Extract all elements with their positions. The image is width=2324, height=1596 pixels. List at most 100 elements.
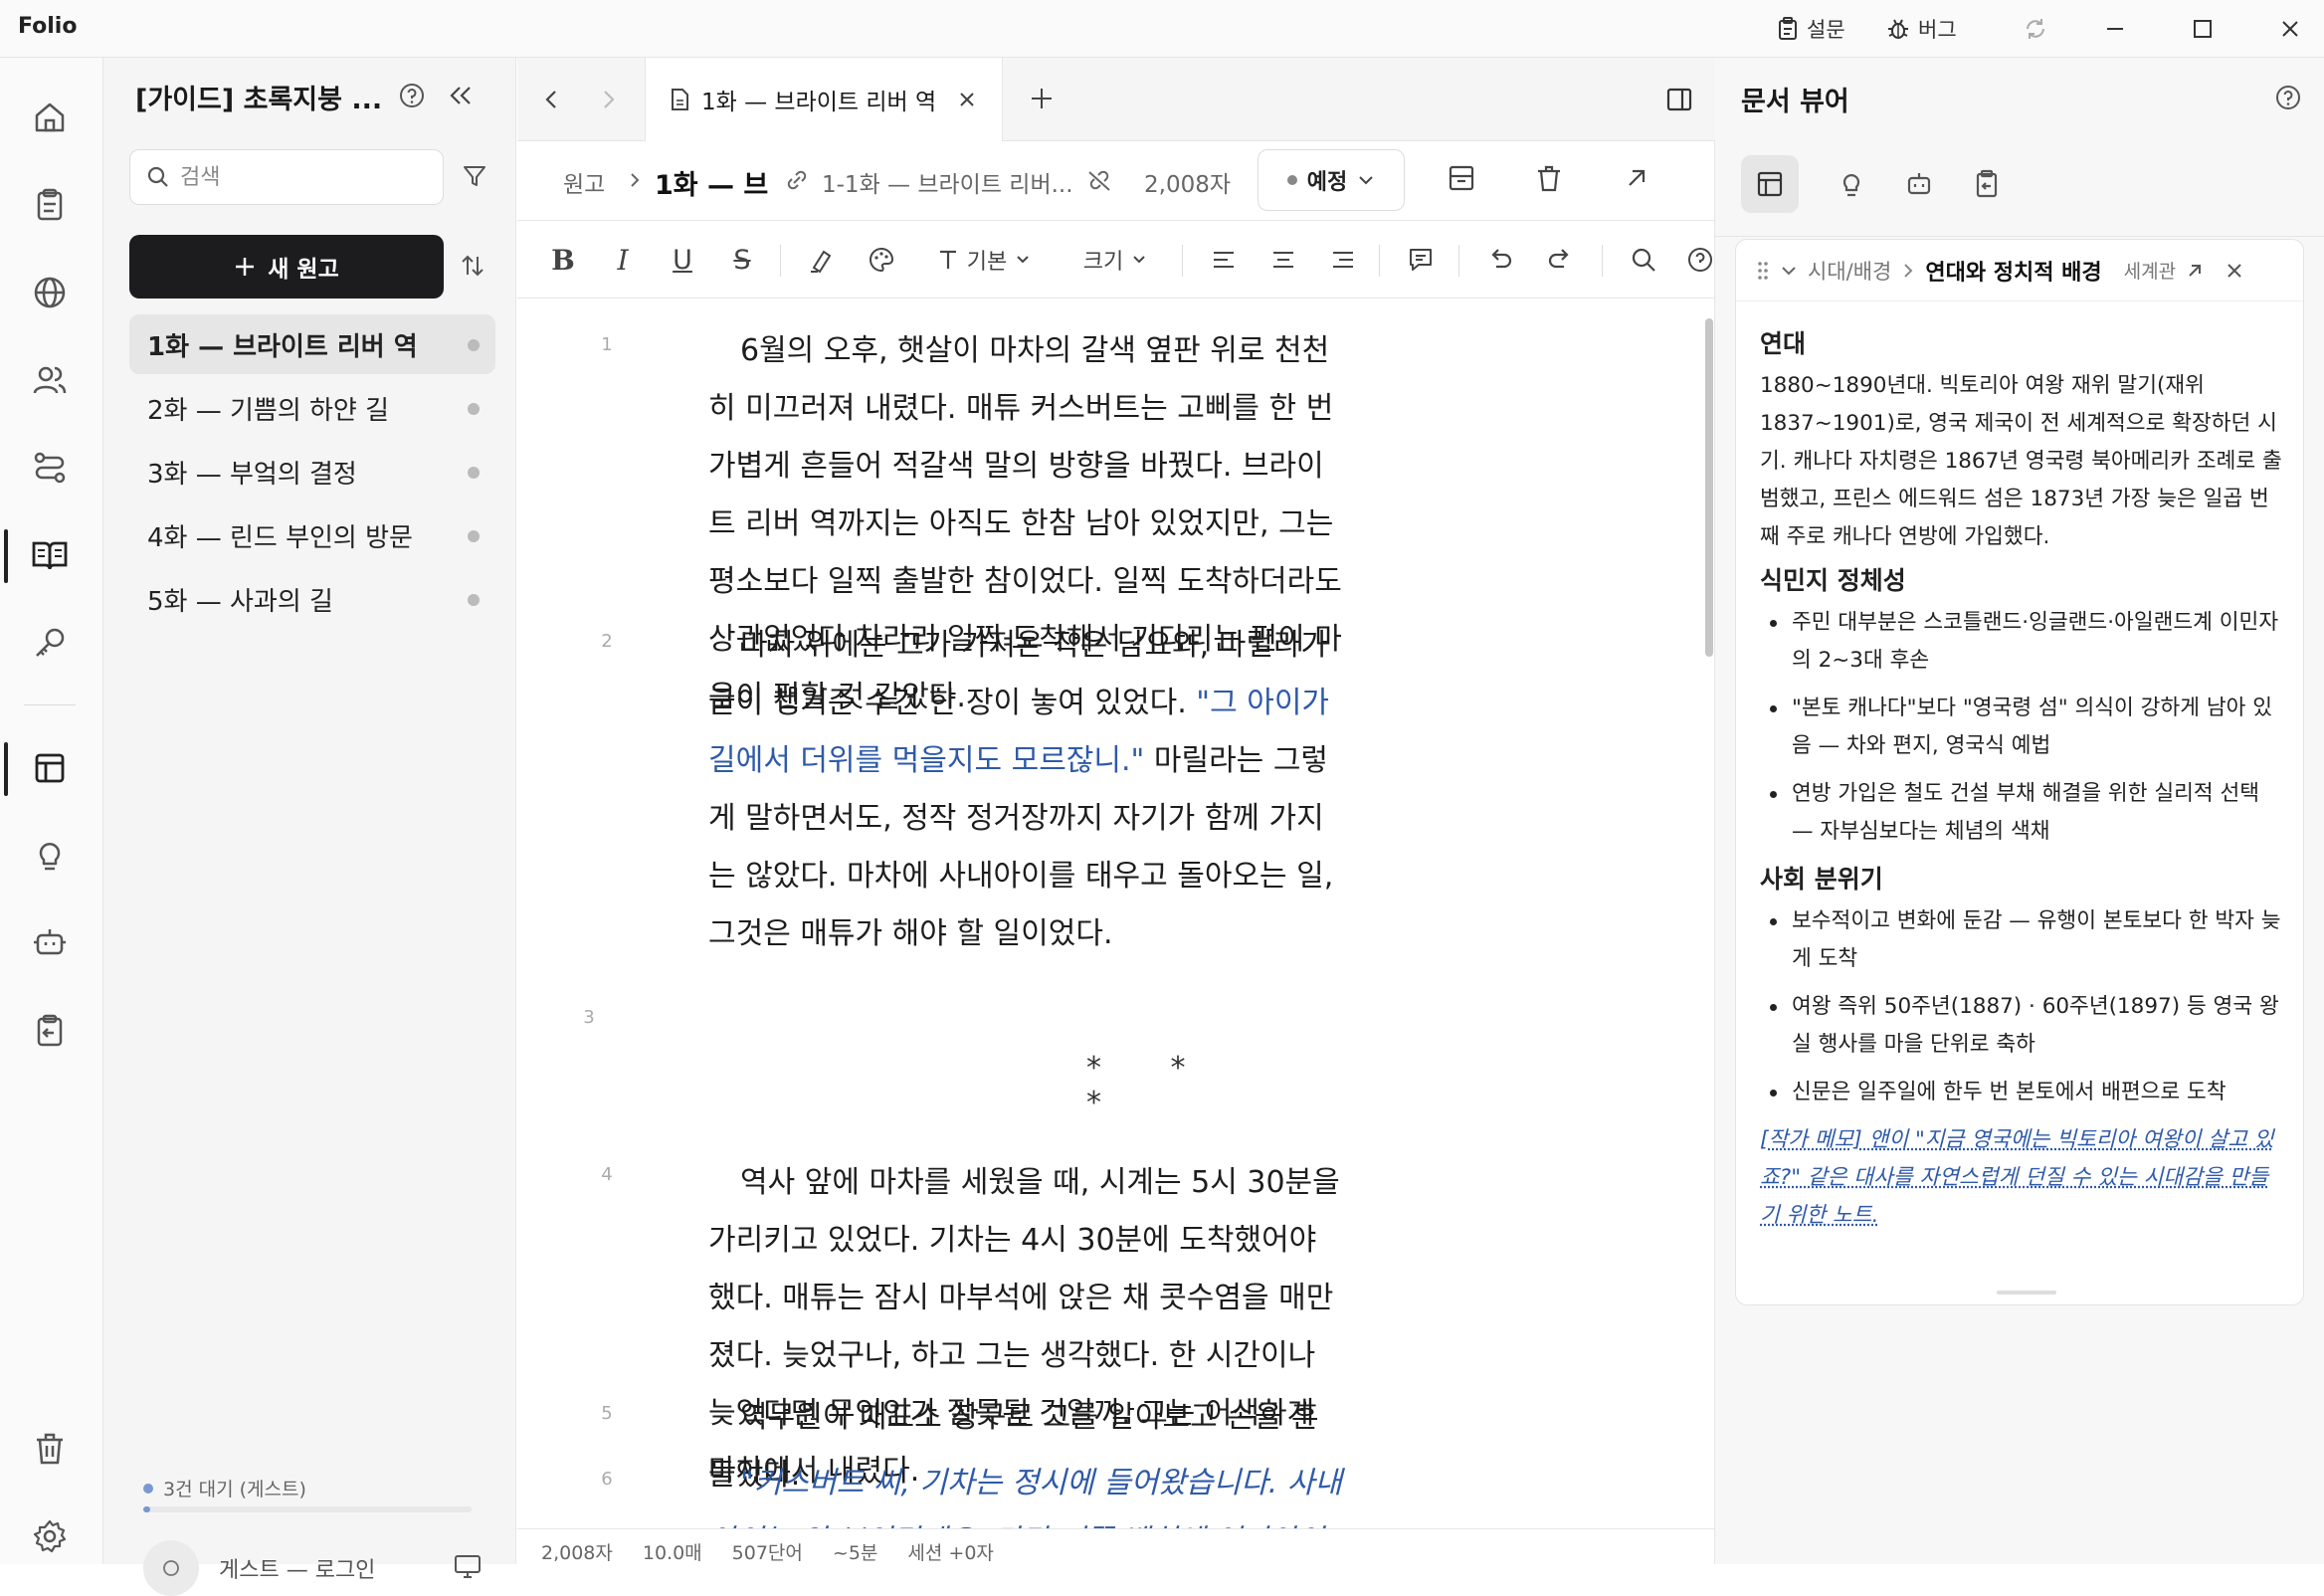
- archive-icon: [1447, 163, 1476, 193]
- find-button[interactable]: [1626, 241, 1661, 279]
- minimize-icon: [2105, 19, 2125, 39]
- collapse-sidebar-button[interactable]: [448, 84, 474, 107]
- archive-button[interactable]: [1447, 163, 1476, 193]
- filter-button[interactable]: [462, 163, 487, 189]
- minimize-button[interactable]: [2095, 12, 2135, 46]
- rail-plot-button[interactable]: [22, 440, 78, 496]
- color-button[interactable]: [864, 241, 899, 279]
- breadcrumb-root[interactable]: 원고: [563, 165, 605, 199]
- open-note-icon[interactable]: [2186, 262, 2204, 280]
- close-window-button[interactable]: [2270, 12, 2310, 46]
- underline-button[interactable]: U: [667, 241, 698, 279]
- tab-episode-1[interactable]: 1화 — 브라이트 리버 역: [645, 58, 1003, 141]
- rail-ideas-button[interactable]: [22, 828, 78, 884]
- status-dropdown[interactable]: 예정: [1258, 149, 1405, 211]
- close-note-icon[interactable]: [2226, 262, 2243, 280]
- editor-content[interactable]: 1 6월의 오후, 햇살이 마차의 갈색 옆판 위로 천천히 미끄러져 내렸다.…: [517, 299, 1701, 1528]
- editor-help-button[interactable]: [1687, 241, 1713, 279]
- tab-close-icon[interactable]: [958, 91, 976, 108]
- episode-item[interactable]: 3화 — 부엌의 결정: [129, 442, 495, 501]
- paragraph-number: 1: [601, 334, 613, 355]
- editor-scroll-thumb[interactable]: [1705, 318, 1713, 657]
- episode-status-dot: [468, 530, 480, 542]
- project-title[interactable]: [가이드] 초록지붕 ...: [135, 78, 384, 116]
- lightbulb-icon: [32, 838, 68, 874]
- survey-button[interactable]: 설문: [1777, 12, 1845, 46]
- project-help-button[interactable]: [398, 82, 426, 109]
- rail-tasks-button[interactable]: [22, 177, 78, 233]
- device-button[interactable]: [454, 1554, 482, 1580]
- strikethrough-button[interactable]: S: [726, 241, 758, 279]
- rail-import-button[interactable]: [22, 1003, 78, 1059]
- align-left-button[interactable]: [1206, 241, 1242, 279]
- viewer-tab-ai[interactable]: [1890, 155, 1948, 213]
- rail-characters-button[interactable]: [22, 352, 78, 408]
- rail-ai-button[interactable]: [22, 915, 78, 971]
- episode-item[interactable]: 4화 — 린드 부인의 방문: [129, 505, 495, 565]
- gear-icon: [32, 1518, 68, 1554]
- scene-break[interactable]: * * *: [1086, 1051, 1285, 1120]
- toggle-split-button[interactable]: [1665, 86, 1693, 113]
- sync-icon: [2024, 17, 2047, 41]
- align-left-icon: [1211, 248, 1237, 272]
- new-manuscript-button[interactable]: 새 원고: [129, 235, 444, 299]
- align-center-button[interactable]: [1265, 241, 1301, 279]
- open-external-button[interactable]: [1624, 165, 1649, 191]
- card-resize-handle[interactable]: [1997, 1291, 2056, 1295]
- forward-button[interactable]: [597, 86, 621, 113]
- login-button[interactable]: 게스트 — 로그인: [143, 1540, 375, 1596]
- search-box[interactable]: [129, 149, 444, 205]
- rail-manuscript-button[interactable]: [22, 527, 78, 583]
- rail-world-button[interactable]: [22, 265, 78, 320]
- highlight-button[interactable]: [804, 241, 840, 279]
- italic-button[interactable]: I: [607, 241, 639, 279]
- note-body[interactable]: 연대 1880~1890년대. 빅토리아 여왕 재위 말기(재위 1837~19…: [1760, 319, 2287, 1235]
- linked-document[interactable]: 1-1화 — 브라이트 리버...: [822, 165, 1070, 199]
- viewer-help-button[interactable]: [2274, 84, 2302, 111]
- palette-icon: [868, 246, 895, 274]
- rail-keys-button[interactable]: [22, 615, 78, 671]
- queue-dot: [143, 1483, 153, 1494]
- note-breadcrumb-parent[interactable]: 시대/배경: [1808, 256, 1891, 286]
- viewer-tab-layout[interactable]: [1741, 155, 1799, 213]
- bold-button[interactable]: B: [547, 241, 579, 279]
- nav-rail: [0, 58, 103, 1564]
- dialogue-paragraph[interactable]: "커스버트 씨, 기차는 정시에 들어왔습니다. 사내아이는 안 보이던데요. …: [708, 1455, 1345, 1528]
- sync-queue-status: 3건 대기 (게스트): [143, 1475, 306, 1501]
- sort-button[interactable]: [460, 253, 485, 279]
- redo-button[interactable]: [1542, 241, 1578, 279]
- section-heading: 사회 분위기: [1760, 865, 1883, 894]
- rail-trash-button[interactable]: [22, 1421, 78, 1477]
- sort-icon: [460, 253, 485, 279]
- viewer-tab-ideas[interactable]: [1823, 155, 1880, 213]
- link-icon: [784, 169, 810, 193]
- episode-item[interactable]: 1화 — 브라이트 리버 역: [129, 314, 495, 374]
- rail-layout-button[interactable]: [22, 740, 78, 796]
- new-tab-button[interactable]: [1029, 86, 1055, 111]
- note-card-header: 시대/배경 연대와 정치적 배경 세계관: [1736, 240, 2303, 301]
- unlink-button[interactable]: [1086, 169, 1112, 193]
- rail-home-button[interactable]: [22, 90, 78, 145]
- rail-settings-button[interactable]: [22, 1508, 78, 1564]
- delete-document-button[interactable]: [1534, 163, 1564, 193]
- align-right-button[interactable]: [1325, 241, 1361, 279]
- comment-button[interactable]: [1403, 241, 1439, 279]
- bug-report-button[interactable]: 버그: [1886, 12, 1957, 46]
- episode-item[interactable]: 2화 — 기쁨의 하얀 길: [129, 378, 495, 438]
- drag-handle-icon[interactable]: [1756, 260, 1770, 282]
- search-input[interactable]: [180, 164, 419, 190]
- chevron-down-icon[interactable]: [1780, 264, 1798, 278]
- viewer-tab-import[interactable]: [1958, 155, 2016, 213]
- sync-button[interactable]: [2016, 12, 2055, 46]
- clipboard-list-icon: [32, 187, 68, 223]
- highlighter-icon: [808, 246, 836, 274]
- episode-item[interactable]: 5화 — 사과의 길: [129, 569, 495, 629]
- size-dropdown[interactable]: 크기: [1070, 241, 1160, 279]
- back-button[interactable]: [539, 86, 563, 113]
- font-dropdown[interactable]: 기본: [929, 241, 1039, 279]
- maximize-button[interactable]: [2183, 12, 2223, 46]
- new-manuscript-label: 새 원고: [268, 257, 339, 283]
- layout-icon: [1755, 169, 1785, 199]
- undo-button[interactable]: [1482, 241, 1518, 279]
- paragraph[interactable]: 마차 위에는 그가 가져온 작은 담요와, 마릴라가 굳이 챙겨준 수건 한 장…: [708, 617, 1345, 963]
